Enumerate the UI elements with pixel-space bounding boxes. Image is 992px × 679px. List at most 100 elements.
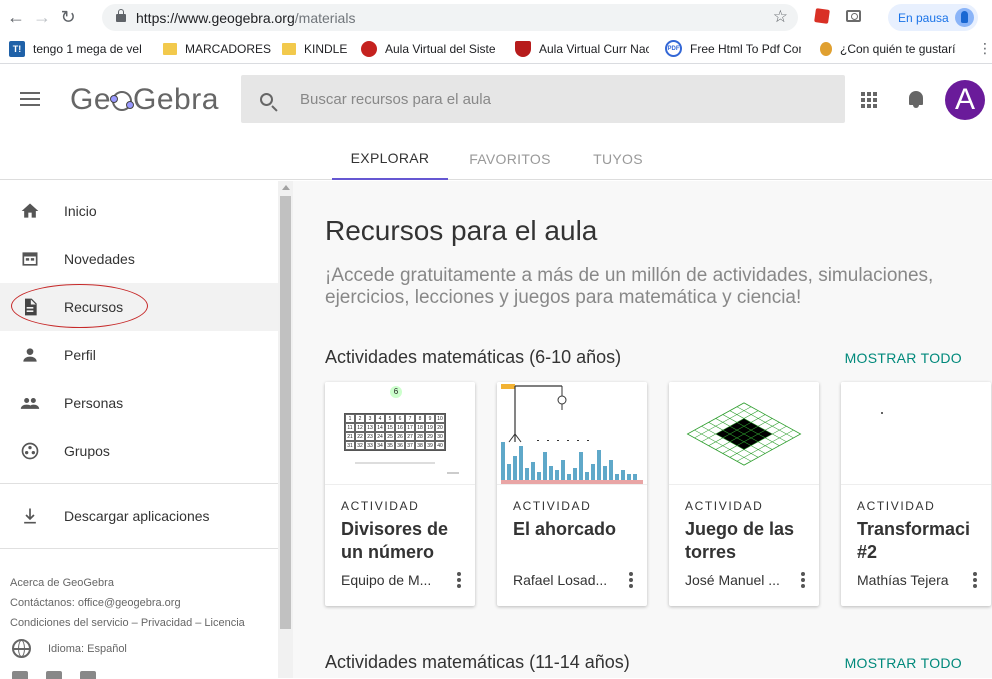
show-all-button[interactable]: MOSTRAR TODO	[845, 350, 962, 366]
sidebar-item-grupos[interactable]: Grupos	[0, 427, 278, 475]
sidebar-divider	[0, 548, 278, 549]
sidebar-item-download[interactable]: Descargar aplicaciones	[0, 492, 278, 540]
extension-icon[interactable]	[814, 8, 830, 24]
url-text: https://www.geogebra.org/materials	[136, 9, 356, 26]
page-intro: ¡Accede gratuitamente a más de un millón…	[325, 265, 934, 308]
resource-card[interactable]: ACTIVIDAD Transformaci #2 Mathías Tejera	[841, 382, 991, 606]
people-icon	[20, 398, 40, 409]
card-author[interactable]: Rafael Losad...	[513, 572, 613, 588]
more-options-icon[interactable]	[801, 572, 805, 588]
groups-icon	[21, 442, 39, 460]
page-title: Recursos para el aula	[325, 215, 598, 246]
sidebar: Inicio Novedades Recursos Perfil Persona…	[0, 181, 278, 679]
more-options-icon[interactable]	[973, 572, 977, 588]
logo-ellipse-icon	[110, 91, 135, 111]
apps-grid-icon[interactable]	[861, 92, 877, 108]
sidebar-scrollbar[interactable]	[278, 181, 293, 678]
geogebra-logo[interactable]: Ge Gebra	[70, 83, 219, 117]
more-bookmarks-icon[interactable]: ⋮	[978, 34, 992, 64]
bookmark-star-icon[interactable]: ☆	[773, 7, 788, 27]
point-graphic	[881, 412, 883, 414]
calendar-icon	[22, 252, 38, 266]
sidebar-footer: Acerca de GeoGebra Contáctanos: office@g…	[10, 573, 245, 633]
resource-card[interactable]: 6 1 2 3 4 5 6 7 8 9 10 11 12 13 14 15 16 17 18 19 20 21 22 2…	[325, 382, 475, 606]
address-bar[interactable]: https://www.geogebra.org/materials ☆	[102, 4, 798, 31]
show-all-button[interactable]: MOSTRAR TODO	[845, 655, 962, 671]
terms-link[interactable]: Condiciones del servicio – Privacidad – …	[10, 613, 245, 633]
bookmark-folder[interactable]: MARCADORES	[163, 34, 273, 64]
sidebar-item-personas[interactable]: Personas	[0, 379, 278, 427]
card-thumbnail	[497, 382, 647, 485]
language-selector[interactable]: Idioma: Español	[12, 639, 127, 658]
globe-icon	[12, 639, 31, 658]
bookmark-item[interactable]: Aula Virtual Curr Naci	[515, 34, 649, 64]
card-thumbnail	[669, 382, 819, 485]
back-arrow-icon[interactable]: ←	[3, 4, 29, 30]
reload-icon[interactable]: ↻	[55, 4, 81, 30]
sidebar-item-perfil[interactable]: Perfil	[0, 331, 278, 379]
resource-card[interactable]: ACTIVIDAD El ahorcado Rafael Losad...	[497, 382, 647, 606]
bookmark-item[interactable]: Aula Virtual del Sistem	[361, 34, 495, 64]
card-type: ACTIVIDAD	[341, 499, 420, 513]
card-author[interactable]: Equipo de M...	[341, 572, 441, 588]
bookmark-folder[interactable]: KINDLE	[282, 34, 352, 64]
card-author[interactable]: José Manuel ...	[685, 572, 785, 588]
card-title[interactable]: Transformaci #2	[857, 518, 985, 564]
menu-icon[interactable]	[20, 92, 40, 106]
folder-icon	[282, 42, 296, 55]
profile-paused-button[interactable]: En pausa	[888, 4, 978, 31]
shield-icon	[515, 40, 531, 57]
red-circle-icon	[361, 40, 377, 57]
bookmark-item[interactable]: PDF Free Html To Pdf Conv	[665, 34, 801, 64]
site-header: GeGebra A EXPLORAR FAVORITOS TUYOS	[0, 65, 992, 180]
sidebar-item-inicio[interactable]: Inicio	[0, 187, 278, 235]
card-thumbnail: 6 1 2 3 4 5 6 7 8 9 10 11 12 13 14 15 16 17 18 19 20 21 22 2…	[325, 382, 475, 485]
card-row: 6 1 2 3 4 5 6 7 8 9 10 11 12 13 14 15 16 17 18 19 20 21 22 2…	[325, 382, 992, 606]
person-icon	[23, 348, 37, 362]
section-title: Actividades matemáticas (11-14 años)	[325, 652, 630, 672]
bookmarks-bar: T! tengo 1 mega de velo MARCADORES KINDL…	[0, 34, 992, 64]
card-author[interactable]: Mathías Tejera	[857, 572, 957, 588]
tab-tuyos[interactable]: TUYOS	[572, 137, 664, 180]
card-type: ACTIVIDAD	[857, 499, 936, 513]
browser-toolbar: ← → ↻ https://www.geogebra.org/materials…	[0, 0, 992, 34]
person-icon	[820, 41, 832, 56]
forward-arrow-icon[interactable]: →	[29, 4, 55, 30]
about-link[interactable]: Acerca de GeoGebra	[10, 573, 245, 593]
tab-explorar[interactable]: EXPLORAR	[332, 137, 448, 180]
main-content: Recursos para el aula ¡Accede gratuitame…	[293, 181, 992, 678]
download-icon	[24, 508, 36, 524]
sidebar-item-novedades[interactable]: Novedades	[0, 235, 278, 283]
folder-icon	[163, 42, 177, 55]
card-type: ACTIVIDAD	[513, 499, 592, 513]
tab-favoritos[interactable]: FAVORITOS	[448, 137, 572, 180]
card-title[interactable]: Juego de las torres	[685, 518, 813, 564]
profile-avatar-icon	[955, 8, 974, 27]
card-title[interactable]: Divisores de un número	[341, 518, 469, 564]
resource-card[interactable]: ACTIVIDAD Juego de las torres José Manue…	[669, 382, 819, 606]
more-options-icon[interactable]	[457, 572, 461, 588]
more-options-icon[interactable]	[629, 572, 633, 588]
search-input[interactable]	[300, 90, 800, 108]
sidebar-divider	[0, 483, 278, 484]
scroll-up-arrow-icon[interactable]	[282, 185, 290, 190]
number-badge-graphic: 6	[390, 386, 402, 398]
lock-icon	[116, 8, 126, 22]
contact-link[interactable]: Contáctanos: office@geogebra.org	[10, 593, 245, 613]
thumbnail-caption-line	[355, 462, 435, 464]
content-tabs: EXPLORAR FAVORITOS TUYOS	[332, 137, 664, 180]
user-avatar[interactable]: A	[945, 80, 985, 120]
card-title[interactable]: El ahorcado	[513, 518, 641, 541]
bookmark-item[interactable]: ¿Con quién te gustaría	[820, 34, 956, 64]
sidebar-item-recursos[interactable]: Recursos	[0, 283, 278, 331]
card-type: ACTIVIDAD	[685, 499, 764, 513]
scroll-thumb[interactable]	[280, 196, 291, 629]
home-icon	[21, 203, 39, 218]
search-icon[interactable]	[260, 92, 273, 106]
thumbnail-caption-line	[447, 472, 459, 474]
search-bar[interactable]	[241, 75, 845, 123]
camera-icon[interactable]	[846, 10, 861, 22]
bookmark-item[interactable]: T! tengo 1 mega de velo	[9, 34, 142, 64]
notifications-bell-icon[interactable]	[908, 89, 924, 109]
number-grid-graphic: 1 2 3 4 5 6 7 8 9 10 11 12 13 14 15 16 17 18 19 20 21 22 23 2…	[344, 413, 446, 451]
